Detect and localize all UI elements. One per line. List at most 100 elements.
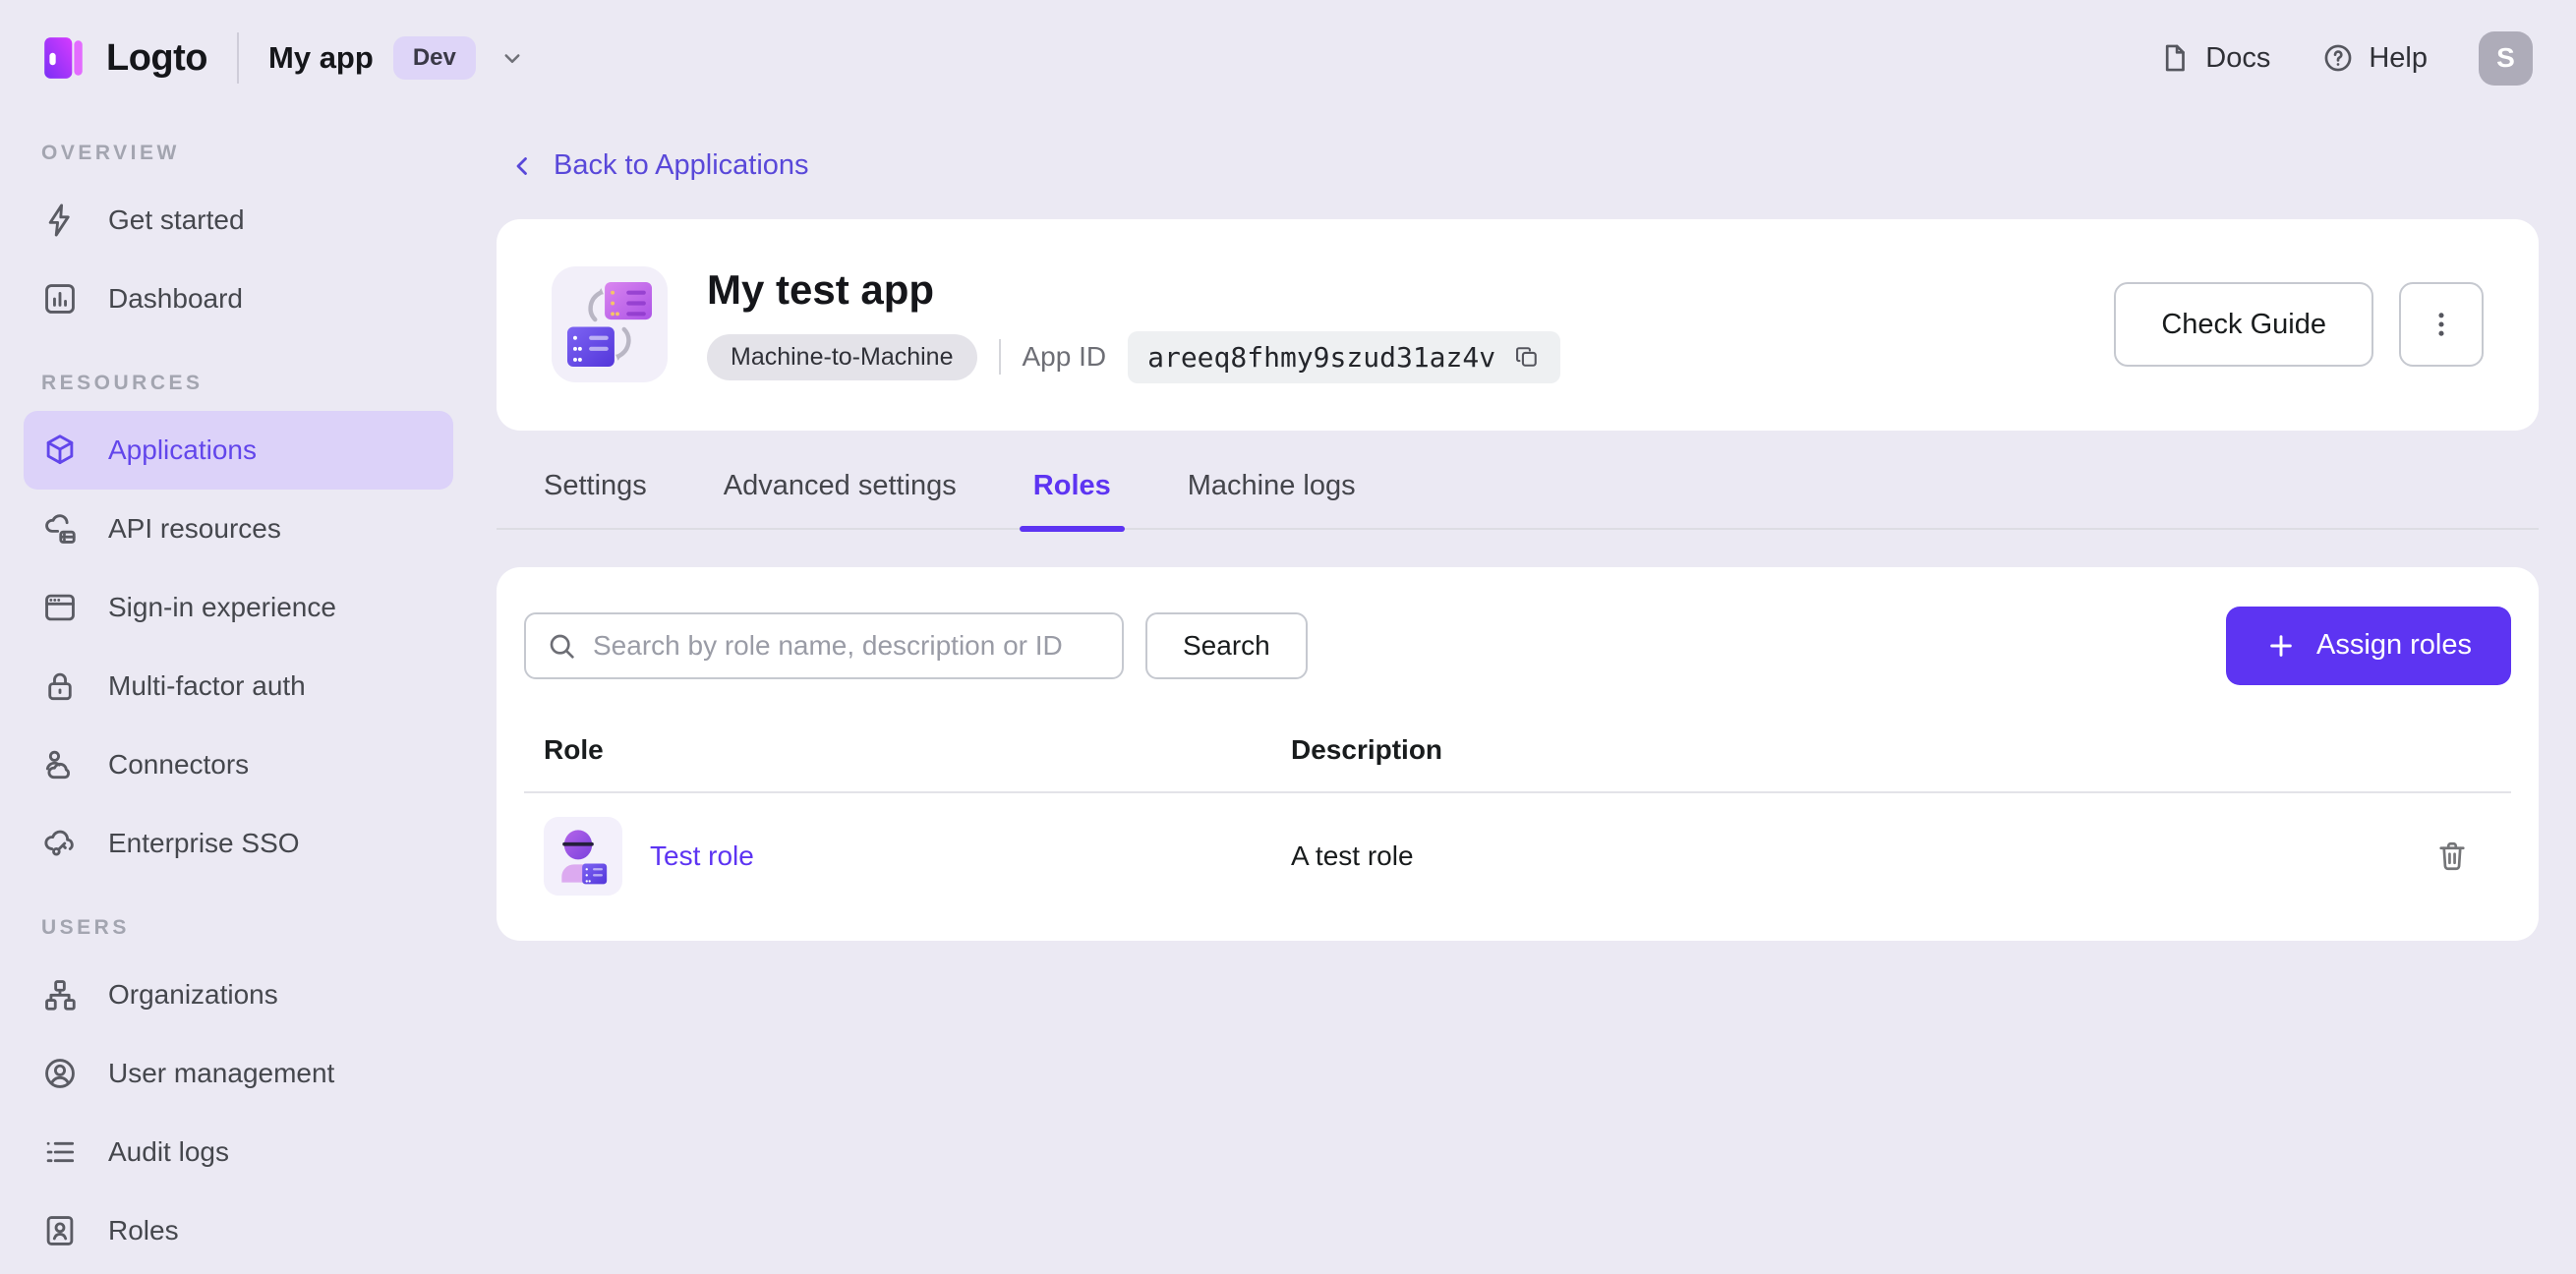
assign-roles-label: Assign roles [2316,629,2472,661]
sidebar-item-label: User management [108,1058,335,1088]
topbar-actions: Docs Help S [2158,30,2533,86]
topbar-divider [237,32,240,84]
tab-machine-logs[interactable]: Machine logs [1188,470,1356,528]
more-actions-button[interactable] [2399,282,2484,367]
roles-panel: Search Assign roles Role Description [497,566,2539,941]
app-title: My test app [707,265,935,313]
sidebar-item-label: Audit logs [108,1136,229,1167]
section-label-resources: RESOURCES [41,372,204,394]
back-to-applications-link[interactable]: Back to Applications [508,149,809,182]
sidebar-item-applications[interactable]: Applications [24,411,453,490]
sidebar-item-user-management[interactable]: User management [24,1034,453,1113]
section-label-users: USERS [41,916,130,939]
sidebar: OVERVIEW Get started Dashboard RESOURCES… [0,116,477,1274]
main-content: Back to Applications My test app Machine… [477,116,2576,1274]
sidebar-item-label: Organizations [108,979,278,1010]
sidebar-item-sign-in-experience[interactable]: Sign-in experience [24,568,453,647]
sidebar-item-api-resources[interactable]: API resources [24,490,453,568]
column-header-role: Role [544,733,604,765]
role-description: A test role [1291,840,1414,871]
assign-roles-button[interactable]: Assign roles [2226,606,2511,685]
person-cloud-icon [41,746,79,783]
user-circle-icon [41,1055,79,1092]
sidebar-item-dashboard[interactable]: Dashboard [24,260,453,338]
table-header-row: Role Description [524,724,2511,793]
roles-toolbar: Search Assign roles [524,606,2511,685]
app-header-card: My test app Machine-to-Machine App ID ar… [497,218,2539,431]
docs-link[interactable]: Docs [2158,41,2270,75]
app-id-value: areeq8fhmy9szud31az4v [1147,340,1496,374]
m2m-app-icon [552,266,668,382]
avatar-initial: S [2496,42,2515,73]
current-app-name: My app [268,40,374,75]
help-icon [2321,41,2355,75]
sidebar-item-label: API resources [108,513,281,544]
check-guide-button[interactable]: Check Guide [2114,282,2373,367]
env-badge: Dev [392,36,476,80]
meta-divider [998,339,1001,375]
sidebar-item-connectors[interactable]: Connectors [24,725,453,804]
app-id-chip[interactable]: areeq8fhmy9szud31az4v [1128,330,1561,383]
kebab-icon [2425,308,2458,341]
app-type-badge: Machine-to-Machine [707,333,977,380]
sidebar-item-enterprise-sso[interactable]: Enterprise SSO [24,804,453,883]
sidebar-item-label: Multi-factor auth [108,670,306,701]
sidebar-item-label: Connectors [108,749,250,780]
brand-name: Logto [106,36,208,79]
back-link-label: Back to Applications [554,149,809,181]
cloud-key-icon [41,825,79,862]
search-button[interactable]: Search [1145,611,1308,679]
avatar[interactable]: S [2479,30,2533,86]
lock-icon [41,667,79,705]
help-label: Help [2369,41,2428,74]
list-icon [41,1133,79,1171]
browser-icon [41,589,79,626]
topbar: Logto My app Dev Docs Help S [0,0,2576,116]
app-switcher[interactable]: My app Dev [268,36,527,80]
column-header-description: Description [1291,733,1443,765]
logto-logo[interactable]: Logto [39,33,208,83]
help-link[interactable]: Help [2321,41,2428,75]
chevron-down-icon [498,43,527,73]
id-card-icon [41,1212,79,1249]
search-icon [546,630,577,662]
role-name-link[interactable]: Test role [650,840,754,872]
org-chart-icon [41,976,79,1013]
copy-icon[interactable] [1513,343,1541,371]
document-icon [2158,41,2192,75]
plus-icon [2265,630,2297,662]
app-header-info: My test app Machine-to-Machine App ID ar… [707,265,1561,383]
trash-icon [2434,839,2470,874]
chevron-left-icon [508,151,538,181]
tab-bar: Settings Advanced settings Roles Machine… [497,470,2539,532]
logto-logo-icon [39,33,88,83]
sidebar-item-label: Sign-in experience [108,592,336,622]
sidebar-item-label: Roles [108,1215,179,1245]
sidebar-item-label: Get started [108,204,245,235]
table-row: Test role A test role [524,793,2511,917]
docs-label: Docs [2205,41,2271,74]
sidebar-item-roles[interactable]: Roles [24,1191,453,1270]
search-input[interactable] [593,629,1102,662]
app-id-label: App ID [1022,341,1107,372]
tab-advanced-settings[interactable]: Advanced settings [724,470,957,528]
header-actions: Check Guide [2114,282,2484,367]
roles-table: Role Description Test role A test role [524,724,2511,917]
column-header-actions [2413,734,2491,766]
sidebar-item-multi-factor-auth[interactable]: Multi-factor auth [24,647,453,725]
search-box[interactable] [524,611,1124,679]
sidebar-item-organizations[interactable]: Organizations [24,956,453,1034]
bar-chart-icon [41,280,79,318]
sidebar-item-label: Enterprise SSO [108,828,300,858]
sidebar-item-get-started[interactable]: Get started [24,181,453,260]
cube-icon [41,432,79,469]
tab-roles[interactable]: Roles [1019,470,1125,532]
tab-settings[interactable]: Settings [544,470,647,528]
sidebar-item-label: Applications [108,434,257,465]
cloud-server-icon [41,510,79,548]
lightning-icon [41,202,79,239]
delete-role-button[interactable] [2413,839,2491,874]
section-label-overview: OVERVIEW [41,142,180,164]
sidebar-item-audit-logs[interactable]: Audit logs [24,1113,453,1191]
sidebar-item-label: Dashboard [108,283,243,314]
